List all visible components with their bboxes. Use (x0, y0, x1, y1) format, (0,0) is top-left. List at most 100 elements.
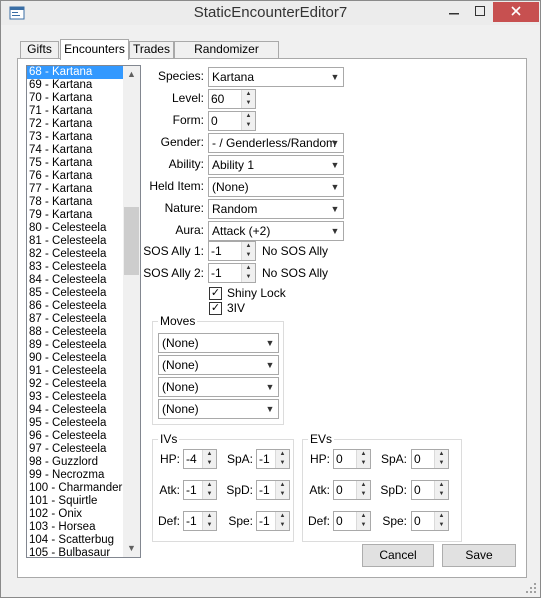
spin-up-icon[interactable]: ▲ (357, 512, 370, 521)
tab-randomizer-options[interactable]: Randomizer Options (174, 41, 279, 71)
scroll-up-button[interactable]: ▲ (123, 66, 140, 83)
iv-spa-spinner[interactable]: ▲ ▼ (275, 450, 289, 468)
scroll-down-button[interactable]: ▼ (123, 540, 140, 557)
level-spinner[interactable]: ▲ ▼ (241, 90, 255, 108)
move-4-select[interactable]: (None) ▼ (158, 399, 279, 419)
list-item[interactable]: 71 - Kartana (27, 105, 123, 118)
iv-spe-input[interactable]: -1 ▲ ▼ (256, 511, 290, 531)
spin-down-icon[interactable]: ▼ (242, 121, 255, 130)
spin-up-icon[interactable]: ▲ (203, 481, 216, 490)
spin-down-icon[interactable]: ▼ (357, 459, 370, 468)
list-item[interactable]: 80 - Celesteela (27, 222, 123, 235)
list-item[interactable]: 93 - Celesteela (27, 391, 123, 404)
spin-down-icon[interactable]: ▼ (276, 521, 289, 530)
spin-down-icon[interactable]: ▼ (435, 521, 448, 530)
shiny-lock-label[interactable]: Shiny Lock (227, 286, 286, 300)
list-item[interactable]: 90 - Celesteela (27, 352, 123, 365)
encounter-list[interactable]: 68 - Kartana 69 - Kartana 70 - Kartana 71 -… (26, 65, 141, 558)
close-button[interactable] (493, 2, 539, 22)
spin-up-icon[interactable]: ▲ (276, 481, 289, 490)
list-item[interactable]: 85 - Celesteela (27, 287, 123, 300)
move-3-select[interactable]: (None) ▼ (158, 377, 279, 397)
ability-select[interactable]: Ability 1 ▼ (208, 155, 344, 175)
list-item[interactable]: 104 - Scatterbug (27, 534, 123, 547)
spin-down-icon[interactable]: ▼ (203, 521, 216, 530)
move-2-select[interactable]: (None) ▼ (158, 355, 279, 375)
list-item[interactable]: 102 - Onix (27, 508, 123, 521)
spin-down-icon[interactable]: ▼ (435, 490, 448, 499)
iv-spa-input[interactable]: -1 ▲ ▼ (256, 449, 290, 469)
ev-def-input[interactable]: 0 ▲ ▼ (333, 511, 371, 531)
iv-spd-input[interactable]: -1 ▲ ▼ (256, 480, 290, 500)
list-item[interactable]: 97 - Celesteela (27, 443, 123, 456)
ev-spe-spinner[interactable]: ▲ ▼ (434, 512, 448, 530)
spin-down-icon[interactable]: ▼ (203, 490, 216, 499)
list-item[interactable]: 74 - Kartana (27, 144, 123, 157)
sos-ally-1-input[interactable]: -1 ▲ ▼ (208, 241, 256, 261)
spin-up-icon[interactable]: ▲ (242, 112, 255, 121)
spin-down-icon[interactable]: ▼ (242, 99, 255, 108)
spin-up-icon[interactable]: ▲ (203, 450, 216, 459)
sos-ally-2-input[interactable]: -1 ▲ ▼ (208, 263, 256, 283)
tab-encounters[interactable]: Encounters (60, 39, 129, 60)
sos-ally-2-spinner[interactable]: ▲ ▼ (241, 264, 255, 282)
3iv-label[interactable]: 3IV (227, 301, 245, 315)
list-item[interactable]: 81 - Celesteela (27, 235, 123, 248)
save-button[interactable]: Save (442, 544, 516, 567)
list-item[interactable]: 75 - Kartana (27, 157, 123, 170)
list-item[interactable]: 88 - Celesteela (27, 326, 123, 339)
list-item[interactable]: 101 - Squirtle (27, 495, 123, 508)
list-item[interactable]: 76 - Kartana (27, 170, 123, 183)
list-item[interactable]: 78 - Kartana (27, 196, 123, 209)
iv-atk-input[interactable]: -1 ▲ ▼ (183, 480, 217, 500)
list-scrollbar[interactable]: ▲ ▼ (123, 66, 140, 557)
aura-select[interactable]: Attack (+2) ▼ (208, 221, 344, 241)
list-item[interactable]: 82 - Celesteela (27, 248, 123, 261)
sos-ally-1-spinner[interactable]: ▲ ▼ (241, 242, 255, 260)
gender-select[interactable]: - / Genderless/Random ▼ (208, 133, 344, 153)
spin-down-icon[interactable]: ▼ (242, 273, 255, 282)
tab-gifts[interactable]: Gifts (20, 41, 59, 58)
spin-up-icon[interactable]: ▲ (357, 450, 370, 459)
ev-spa-spinner[interactable]: ▲ ▼ (434, 450, 448, 468)
iv-spe-spinner[interactable]: ▲ ▼ (275, 512, 289, 530)
list-item[interactable]: 87 - Celesteela (27, 313, 123, 326)
iv-atk-spinner[interactable]: ▲ ▼ (202, 481, 216, 499)
list-item[interactable]: 98 - Guzzlord (27, 456, 123, 469)
maximize-button[interactable] (467, 2, 493, 22)
move-1-select[interactable]: (None) ▼ (158, 333, 279, 353)
form-spinner[interactable]: ▲ ▼ (241, 112, 255, 130)
shiny-lock-checkbox[interactable]: ✓ (209, 287, 222, 300)
list-item[interactable]: 100 - Charmander (27, 482, 123, 495)
iv-spd-spinner[interactable]: ▲ ▼ (275, 481, 289, 499)
ev-hp-spinner[interactable]: ▲ ▼ (356, 450, 370, 468)
iv-def-spinner[interactable]: ▲ ▼ (202, 512, 216, 530)
spin-up-icon[interactable]: ▲ (435, 512, 448, 521)
title-bar[interactable]: StaticEncounterEditor7 (1, 1, 540, 25)
ev-spd-spinner[interactable]: ▲ ▼ (434, 481, 448, 499)
list-item[interactable]: 94 - Celesteela (27, 404, 123, 417)
list-item[interactable]: 92 - Celesteela (27, 378, 123, 391)
spin-down-icon[interactable]: ▼ (357, 521, 370, 530)
ev-spe-input[interactable]: 0 ▲ ▼ (411, 511, 449, 531)
list-item[interactable]: 69 - Kartana (27, 79, 123, 92)
list-item[interactable]: 68 - Kartana (27, 66, 123, 79)
list-item[interactable]: 77 - Kartana (27, 183, 123, 196)
species-select[interactable]: Kartana ▼ (208, 67, 344, 87)
spin-down-icon[interactable]: ▼ (242, 251, 255, 260)
spin-up-icon[interactable]: ▲ (435, 450, 448, 459)
spin-up-icon[interactable]: ▲ (276, 512, 289, 521)
list-item[interactable]: 96 - Celesteela (27, 430, 123, 443)
ev-atk-spinner[interactable]: ▲ ▼ (356, 481, 370, 499)
spin-up-icon[interactable]: ▲ (435, 481, 448, 490)
list-item[interactable]: 105 - Bulbasaur (27, 547, 123, 557)
cancel-button[interactable]: Cancel (362, 544, 434, 567)
list-item[interactable]: 95 - Celesteela (27, 417, 123, 430)
spin-down-icon[interactable]: ▼ (203, 459, 216, 468)
tab-trades[interactable]: Trades (129, 41, 174, 58)
spin-down-icon[interactable]: ▼ (357, 490, 370, 499)
list-item[interactable]: 70 - Kartana (27, 92, 123, 105)
minimize-button[interactable] (441, 2, 467, 22)
list-item[interactable]: 79 - Kartana (27, 209, 123, 222)
spin-down-icon[interactable]: ▼ (276, 459, 289, 468)
